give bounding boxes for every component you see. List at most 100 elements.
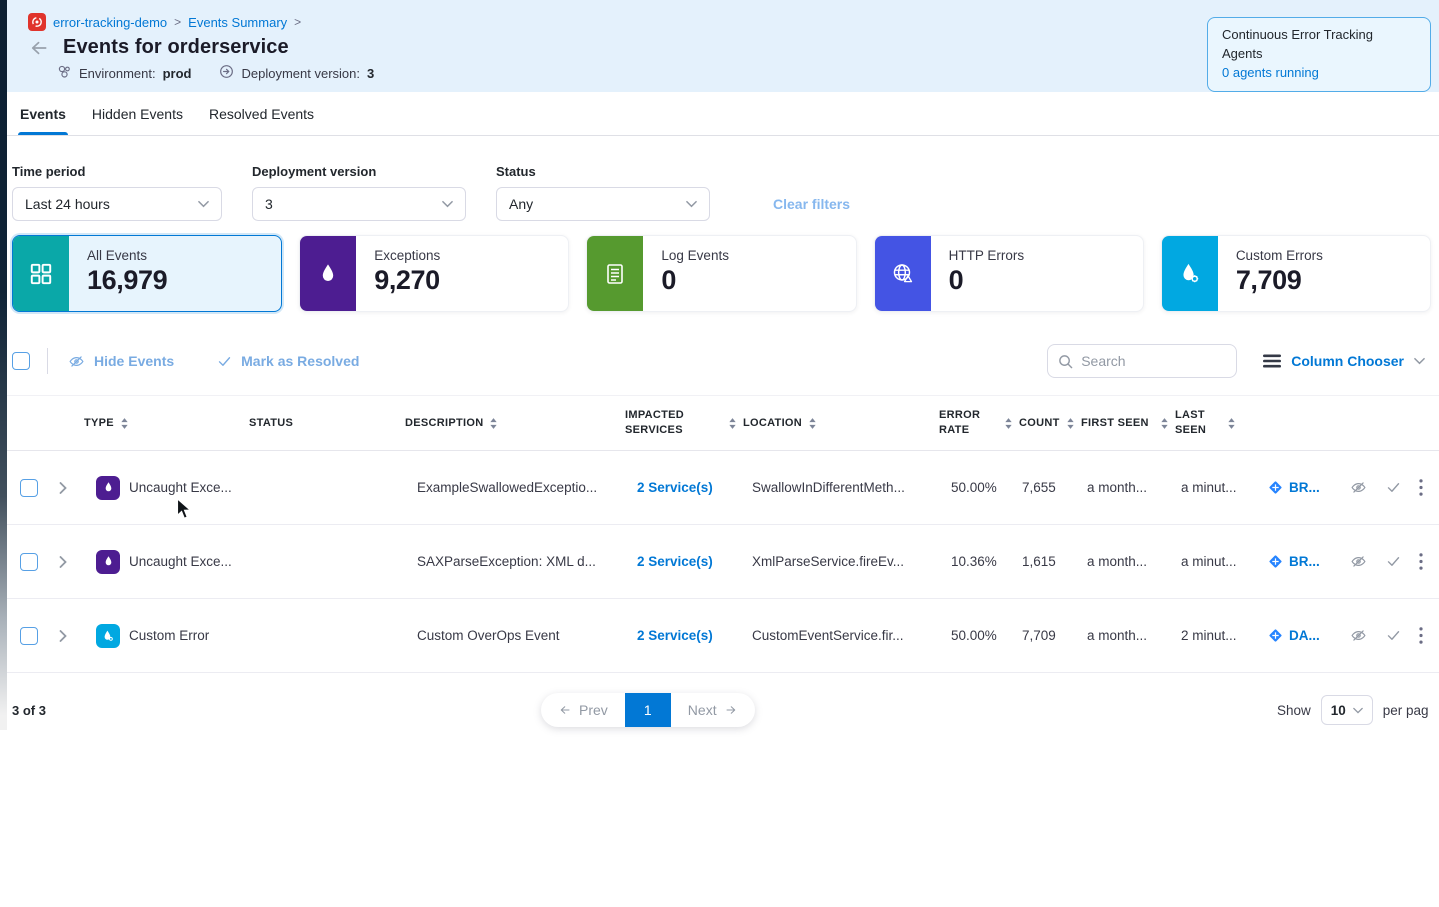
time-period-value: Last 24 hours [25, 196, 110, 212]
prev-page-button[interactable]: Prev [541, 693, 625, 727]
stat-cards: All Events 16,979 Exceptions 9,270 Log E… [0, 235, 1439, 312]
count-cell: 7,655 [1008, 480, 1068, 495]
select-all-checkbox[interactable] [12, 352, 30, 370]
error-rate-cell: 10.36% [934, 554, 1008, 569]
clear-filters-button[interactable]: Clear filters [773, 196, 850, 212]
card-http-errors[interactable]: HTTP Errors 0 [874, 235, 1144, 312]
card-log-events[interactable]: Log Events 0 [586, 235, 856, 312]
agents-running-link[interactable]: 0 agents running [1222, 64, 1416, 83]
breadcrumb-project-link[interactable]: error-tracking-demo [53, 15, 167, 30]
row-menu-icon[interactable] [1419, 479, 1423, 496]
expand-row-icon[interactable] [46, 482, 80, 494]
next-page-button[interactable]: Next [671, 693, 755, 727]
breadcrumb-page-link[interactable]: Events Summary [188, 15, 287, 30]
card-custom-errors[interactable]: Custom Errors 7,709 [1161, 235, 1431, 312]
row-menu-icon[interactable] [1419, 553, 1423, 570]
table-header-row: TYPE STATUS DESCRIPTION IMPACTED SERVICE… [0, 395, 1439, 451]
impacted-services-link[interactable]: 2 Service(s) [637, 480, 713, 495]
bulk-toolbar: Hide Events Mark as Resolved Column Choo… [0, 343, 1439, 379]
tab-events[interactable]: Events [18, 92, 68, 135]
row-checkbox[interactable] [20, 553, 38, 571]
column-chooser-label: Column Chooser [1291, 353, 1404, 369]
time-period-filter: Time period Last 24 hours [12, 164, 222, 221]
hide-event-icon[interactable] [1349, 479, 1368, 496]
arrow-left-icon [558, 704, 572, 716]
deployment-version-filter-label: Deployment version [252, 164, 466, 179]
card-label: Log Events [661, 248, 729, 263]
event-type-cell: Custom Error [80, 624, 248, 648]
card-all-events[interactable]: All Events 16,979 [12, 235, 282, 312]
pagination-bar: 3 of 3 Prev 1 Next Show 10 per pag [0, 690, 1439, 730]
arrow-right-icon [724, 704, 738, 716]
exception-icon [96, 476, 120, 500]
event-type-label: Uncaught Exce... [129, 480, 232, 495]
page-number-1[interactable]: 1 [625, 693, 671, 727]
card-exceptions[interactable]: Exceptions 9,270 [299, 235, 569, 312]
event-type-label: Custom Error [129, 628, 209, 643]
jira-icon [1268, 480, 1283, 495]
error-rate-cell: 50.00% [934, 628, 1008, 643]
impacted-services-link[interactable]: 2 Service(s) [637, 554, 713, 569]
expand-row-icon[interactable] [46, 630, 80, 642]
custom-error-icon [96, 624, 120, 648]
tab-resolved-events[interactable]: Resolved Events [207, 92, 316, 135]
column-chooser-button[interactable]: Column Chooser [1263, 353, 1425, 369]
exception-icon [96, 550, 120, 574]
table-row[interactable]: Uncaught Exce... ExampleSwallowedExcepti… [0, 451, 1439, 525]
jira-ticket-link[interactable]: BR... [1248, 554, 1332, 569]
time-period-select[interactable]: Last 24 hours [12, 187, 222, 221]
sort-icon [1227, 417, 1236, 430]
sort-icon [1004, 417, 1013, 430]
resolve-event-icon[interactable] [1385, 554, 1402, 569]
card-label: Exceptions [374, 248, 440, 263]
flame-icon [300, 236, 356, 311]
tab-bar: Events Hidden Events Resolved Events [0, 92, 1439, 136]
hide-event-icon[interactable] [1349, 553, 1368, 570]
impacted-services-link[interactable]: 2 Service(s) [637, 628, 713, 643]
tab-hidden-events[interactable]: Hidden Events [90, 92, 185, 135]
resolve-event-icon[interactable] [1385, 628, 1402, 643]
page-size-select[interactable]: 10 [1321, 695, 1373, 725]
search-input[interactable] [1081, 353, 1221, 369]
expand-row-icon[interactable] [46, 556, 80, 568]
col-header-type[interactable]: TYPE [68, 416, 236, 431]
environment-icon [57, 64, 72, 82]
agents-title: Continuous Error Tracking Agents [1222, 26, 1416, 64]
col-header-error-rate[interactable]: ERROR RATE [922, 408, 996, 438]
status-select[interactable]: Any [496, 187, 710, 221]
card-value: 0 [661, 265, 729, 296]
resolve-event-icon[interactable] [1385, 480, 1402, 495]
error-tracking-events-page: error-tracking-demo > Events Summary > E… [0, 0, 1439, 907]
breadcrumb-separator: > [174, 15, 181, 29]
description-cell: Custom OverOps Event [406, 628, 624, 643]
location-cell: SwallowInDifferentMeth... [736, 480, 934, 495]
page-title: Events for orderservice [63, 36, 289, 59]
table-row[interactable]: Uncaught Exce... SAXParseException: XML … [0, 525, 1439, 599]
table-row[interactable]: Custom Error Custom OverOps Event 2 Serv… [0, 599, 1439, 673]
side-nav-edge [0, 0, 7, 730]
row-checkbox[interactable] [20, 479, 38, 497]
row-menu-icon[interactable] [1419, 627, 1423, 644]
col-header-location[interactable]: LOCATION [724, 416, 922, 431]
deployment-version-select[interactable]: 3 [252, 187, 466, 221]
jira-ticket-link[interactable]: BR... [1248, 480, 1332, 495]
col-header-impacted-services[interactable]: IMPACTED SERVICES [612, 408, 724, 438]
jira-ticket-link[interactable]: DA... [1248, 628, 1332, 643]
mark-resolved-button[interactable]: Mark as Resolved [216, 353, 359, 369]
chevron-down-icon [686, 200, 697, 208]
col-header-first-seen[interactable]: FIRST SEEN [1056, 416, 1150, 431]
mark-resolved-label: Mark as Resolved [241, 353, 359, 369]
hide-event-icon[interactable] [1349, 627, 1368, 644]
back-arrow-icon[interactable] [28, 38, 50, 58]
col-header-count[interactable]: COUNT [996, 416, 1056, 431]
col-header-last-seen[interactable]: LAST SEEN [1150, 408, 1236, 438]
sort-icon [1066, 417, 1075, 430]
col-header-description[interactable]: DESCRIPTION [394, 416, 612, 431]
col-header-status[interactable]: STATUS [236, 416, 394, 431]
results-summary: 3 of 3 [12, 703, 46, 718]
hide-events-button[interactable]: Hide Events [67, 353, 174, 370]
error-tracking-logo-icon [28, 13, 46, 31]
row-checkbox[interactable] [20, 627, 38, 645]
show-label: Show [1277, 703, 1311, 718]
filters-bar: Time period Last 24 hours Deployment ver… [0, 136, 1439, 235]
